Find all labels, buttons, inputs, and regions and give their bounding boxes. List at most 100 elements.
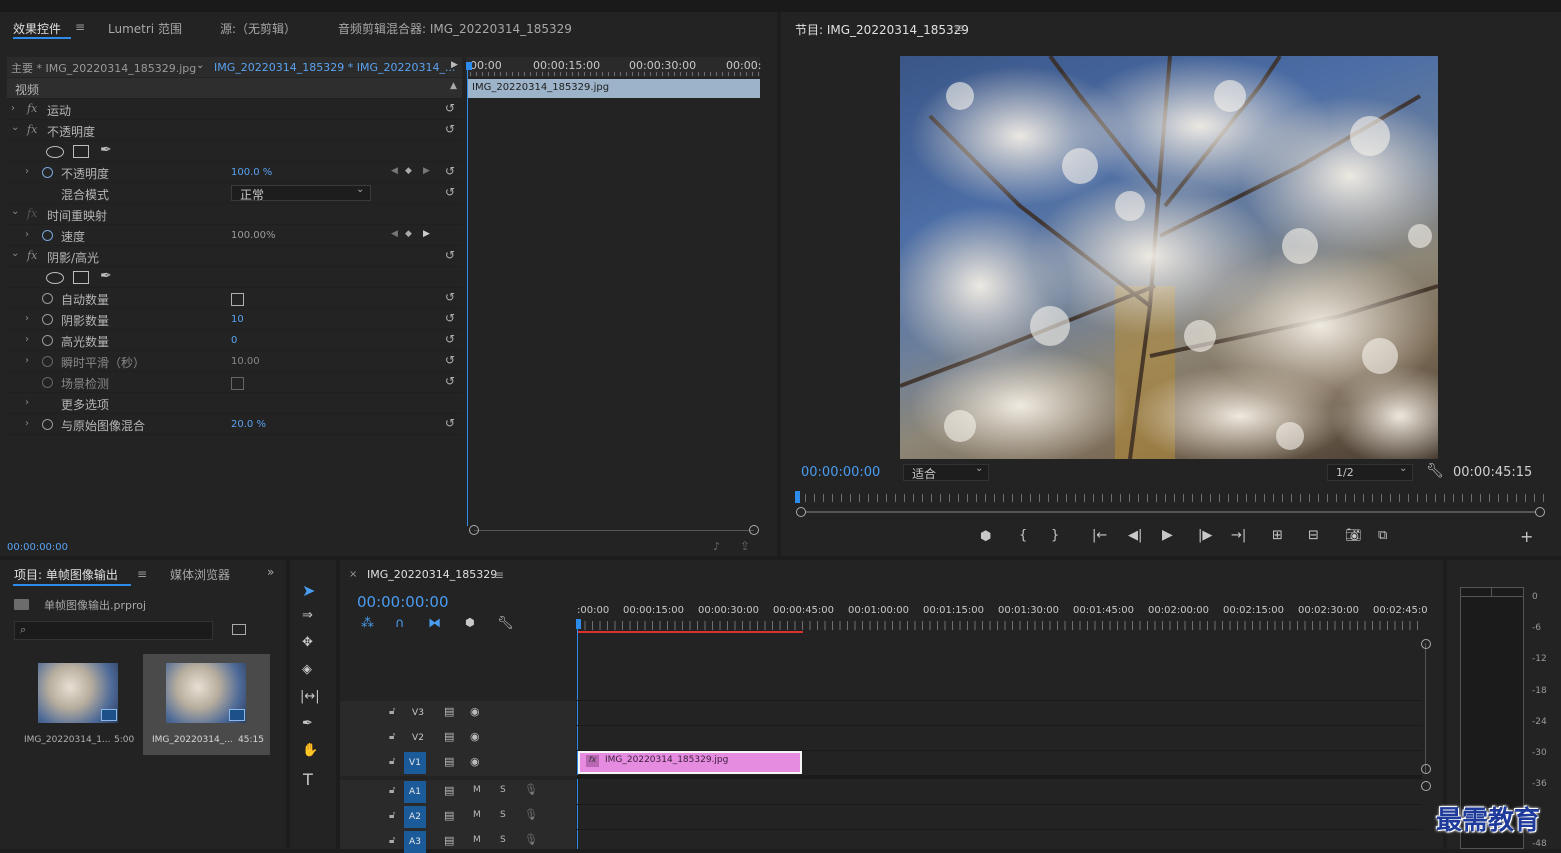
stopwatch-icon[interactable] [42, 377, 53, 388]
rectangle-mask-icon[interactable] [73, 271, 89, 284]
pen-tool-icon[interactable]: ✒ [302, 716, 313, 731]
snap-magnet-icon[interactable]: ∩ [395, 616, 405, 631]
reset-icon[interactable]: ↺ [445, 311, 455, 325]
solo-button[interactable]: S [500, 785, 506, 795]
tab-source[interactable]: 源:（无剪辑） [220, 20, 296, 37]
ec-timecode[interactable]: 00:00:00:00 [7, 542, 68, 553]
chevron-right-icon[interactable]: › [25, 229, 29, 240]
program-current-timecode[interactable]: 00:00:00:00 [801, 465, 880, 480]
track-target-a3[interactable]: A3 [404, 831, 426, 853]
chevron-right-icon[interactable]: › [11, 103, 15, 114]
rectangle-mask-icon[interactable] [73, 145, 89, 158]
scene-detect-checkbox[interactable] [231, 377, 244, 390]
stopwatch-icon[interactable] [42, 293, 53, 304]
go-to-out-icon[interactable]: →| [1231, 528, 1246, 543]
lock-icon[interactable]: 🔓︎ [389, 810, 395, 821]
tab-project[interactable]: 项目: 单帧图像输出 [14, 566, 118, 583]
sync-lock-icon[interactable]: ▤ [444, 730, 454, 743]
chevron-right-icon[interactable]: › [25, 355, 29, 366]
row-time-remap[interactable]: ⌄ fx 时间重映射 [7, 204, 462, 225]
scroll-handle-left[interactable] [469, 525, 479, 535]
zoom-handle-left[interactable] [796, 507, 806, 517]
sequence-clip-label[interactable]: IMG_20220314_185329 * IMG_20220314_... [214, 61, 455, 74]
track-target-v1[interactable]: V1 [404, 752, 426, 774]
ec-playhead[interactable] [467, 66, 468, 526]
selection-tool-icon[interactable]: ➤ [302, 581, 315, 600]
row-scene-detect[interactable]: 场景检测 ↺ [7, 372, 462, 393]
chevron-down-icon[interactable]: ⌄ [11, 248, 19, 259]
add-button-icon[interactable]: + [1520, 527, 1533, 546]
go-to-in-icon[interactable]: |← [1092, 528, 1107, 543]
eye-icon[interactable]: ◉ [470, 730, 480, 743]
timeline-sequence-tab[interactable]: IMG_20220314_185329 [367, 568, 497, 581]
stopwatch-icon[interactable] [42, 419, 53, 430]
row-motion[interactable]: › fx 运动 ↺ [7, 99, 462, 120]
stopwatch-icon[interactable] [42, 356, 53, 367]
chevron-more-icon[interactable]: » [267, 565, 274, 579]
razor-tool-icon[interactable]: ◈ [302, 662, 312, 677]
solo-button[interactable]: S [500, 810, 506, 820]
ec-playhead-handle[interactable] [466, 62, 472, 70]
reset-icon[interactable]: ↺ [445, 101, 455, 115]
fit-dropdown[interactable]: 适合 ⌄ [903, 463, 989, 481]
master-clip-label[interactable]: 主要 * IMG_20220314_185329.jpg [11, 60, 196, 76]
pen-mask-icon[interactable]: ✒ [100, 142, 112, 158]
microphone-icon[interactable]: 🎙︎ [524, 833, 538, 846]
temporal-smoothing-value[interactable]: 10.00 [231, 356, 260, 367]
speed-value[interactable]: 100.00% [231, 230, 276, 241]
chevron-right-icon[interactable]: › [25, 397, 29, 408]
track-select-tool-icon[interactable]: ⇒ [302, 608, 313, 623]
prev-keyframe-icon[interactable]: ◀ [391, 229, 398, 239]
tab-media-browser[interactable]: 媒体浏览器 [170, 566, 230, 583]
scroll-handle-audio[interactable] [1421, 781, 1431, 791]
menu-icon[interactable]: ≡ [494, 568, 504, 582]
tab-lumetri-scopes[interactable]: Lumetri 范围 [108, 20, 182, 37]
ripple-edit-tool-icon[interactable]: ✥ [302, 635, 313, 650]
reset-icon[interactable]: ↺ [445, 290, 455, 304]
reset-icon[interactable]: ↺ [445, 374, 455, 388]
row-speed[interactable]: › 速度 100.00% ◀ ◆ ▶ [7, 225, 462, 246]
program-video-frame[interactable] [900, 56, 1438, 459]
sync-lock-icon[interactable]: ▤ [444, 834, 454, 847]
scroll-handle-bottom[interactable] [1421, 764, 1431, 774]
new-bin-icon[interactable] [232, 624, 246, 635]
chevron-down-icon[interactable]: ⌄ [11, 122, 19, 133]
program-playhead[interactable] [795, 491, 800, 503]
timeline-timecode[interactable]: 00:00:00:00 [357, 593, 449, 611]
fx-icon[interactable]: fx [27, 249, 37, 262]
lock-icon[interactable]: 🔓︎ [389, 785, 395, 796]
timeline-playhead[interactable] [577, 620, 578, 849]
zoom-scrollbar[interactable] [806, 511, 1536, 513]
row-highlight-amount[interactable]: › 高光数量 0 ↺ [7, 330, 462, 351]
ellipse-mask-icon[interactable] [46, 272, 64, 284]
stopwatch-icon[interactable] [42, 230, 53, 241]
eye-icon[interactable]: ◉ [470, 705, 480, 718]
sync-lock-icon[interactable]: ▤ [444, 784, 454, 797]
play-icon[interactable]: ▶ [1162, 527, 1173, 543]
mark-out-icon[interactable]: } [1051, 528, 1059, 543]
blend-mode-dropdown[interactable]: 正常 ⌄ [231, 184, 371, 202]
play-triangle-icon[interactable]: ▶ [451, 60, 458, 70]
row-auto-amount[interactable]: 自动数量 ↺ [7, 288, 462, 309]
chevron-down-icon[interactable]: ⌄ [196, 60, 204, 71]
fx-icon[interactable]: fx [27, 102, 37, 115]
mark-in-icon[interactable]: { [1019, 528, 1027, 543]
fx-icon[interactable]: fx [27, 123, 37, 136]
stopwatch-icon[interactable] [42, 335, 53, 346]
ellipse-mask-icon[interactable] [46, 146, 64, 158]
zoom-handle-right[interactable] [1535, 507, 1545, 517]
mute-button[interactable]: M [473, 810, 481, 820]
menu-icon[interactable]: ≡ [137, 567, 147, 581]
step-back-icon[interactable]: ◀| [1128, 528, 1142, 543]
row-blend-original[interactable]: › 与原始图像混合 20.0 % ↺ [7, 414, 462, 435]
project-item-selected[interactable]: IMG_20220314_... 45:15 [143, 654, 270, 755]
reset-icon[interactable]: ↺ [445, 248, 455, 262]
lock-icon[interactable]: 🔓︎ [389, 706, 395, 717]
sync-lock-icon[interactable]: ▤ [444, 809, 454, 822]
chevron-down-icon[interactable]: ⌄ [11, 206, 19, 217]
auto-amount-checkbox[interactable] [231, 293, 244, 306]
tab-effect-controls[interactable]: 效果控件 [13, 20, 61, 37]
microphone-icon[interactable]: 🎙︎ [524, 783, 538, 796]
slip-tool-icon[interactable]: |↔| [300, 689, 320, 704]
reset-icon[interactable]: ↺ [445, 122, 455, 136]
